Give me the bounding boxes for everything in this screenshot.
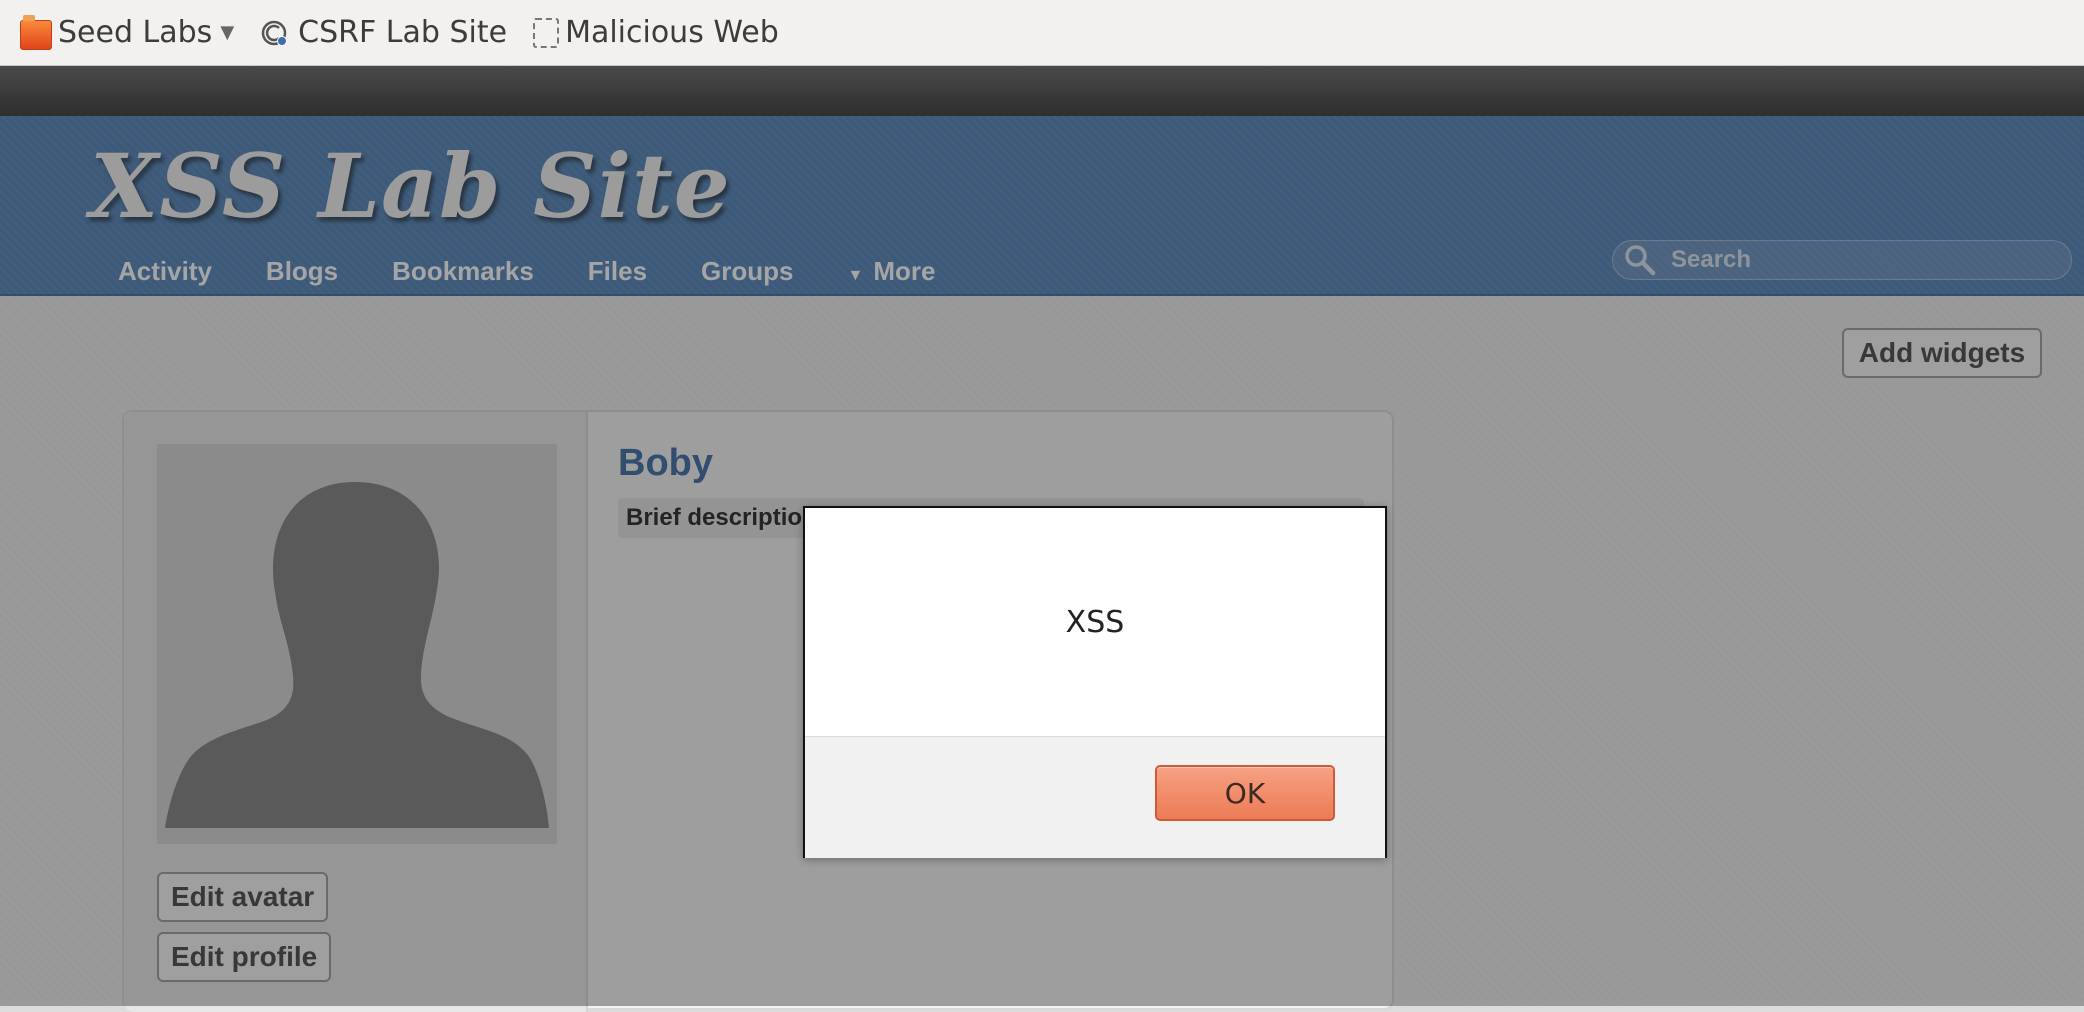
- browser-dark-strip: [0, 66, 2084, 116]
- bookmark-label: Seed Labs: [58, 15, 213, 50]
- bookmark-label: Malicious Web: [565, 15, 779, 50]
- alert-dialog: XSS OK: [803, 506, 1387, 858]
- bookmark-seed-labs[interactable]: Seed Labs ▼: [20, 14, 235, 50]
- csrf-site-icon: [260, 18, 292, 48]
- ok-button[interactable]: OK: [1155, 765, 1335, 821]
- bookmark-label: CSRF Lab Site: [298, 15, 508, 50]
- chevron-down-icon: ▼: [220, 22, 235, 43]
- folder-icon: [20, 14, 52, 50]
- dialog-message: XSS: [1065, 604, 1125, 640]
- dialog-footer: OK: [805, 736, 1385, 858]
- bookmark-malicious-web[interactable]: Malicious Web: [533, 15, 779, 50]
- blank-page-icon: [533, 17, 560, 48]
- bookmark-csrf-lab-site[interactable]: CSRF Lab Site: [260, 15, 507, 50]
- bookmarks-toolbar: Seed Labs ▼ CSRF Lab Site Malicious Web: [0, 0, 2084, 66]
